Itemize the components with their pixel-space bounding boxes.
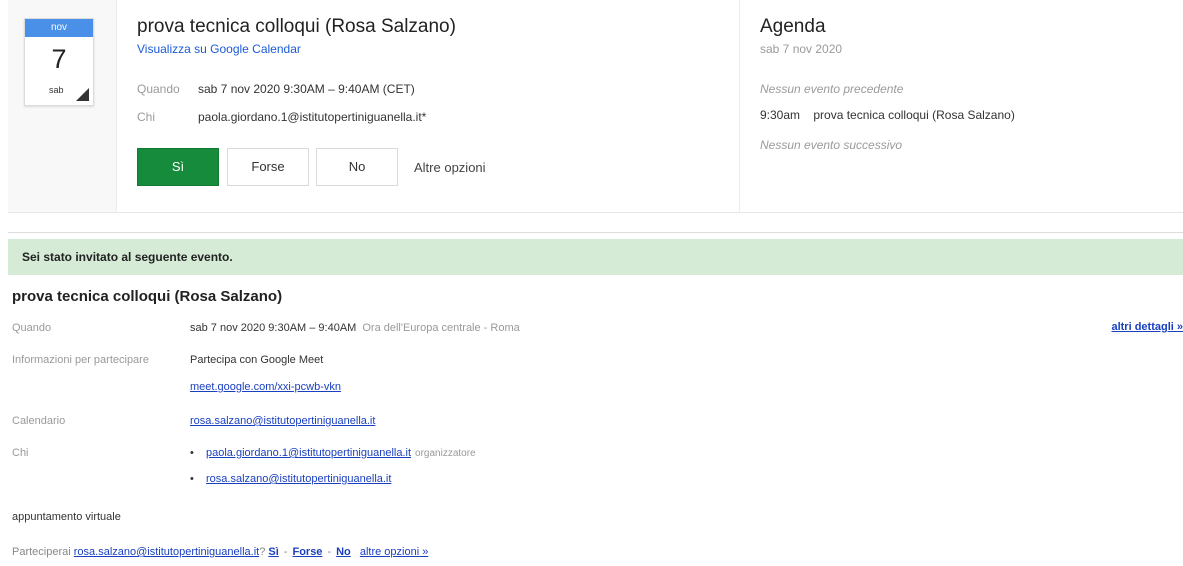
agenda-event-title: prova tecnica colloqui (Rosa Salzano) [813, 108, 1015, 122]
agenda-date: sab 7 nov 2020 [760, 42, 843, 56]
invite-timezone: Ora dell'Europa centrale - Roma [362, 322, 520, 334]
calendar-date-icon: nov 7 sab [24, 18, 94, 106]
rsvp-no-link[interactable]: No [336, 546, 351, 558]
join-info-label: Informazioni per partecipare [12, 354, 149, 366]
when-label: Quando [137, 82, 180, 96]
agenda-event[interactable]: 9:30am prova tecnica colloqui (Rosa Salz… [760, 108, 1015, 122]
guest-item: • rosa.salzano@istitutopertiniguanella.it [190, 473, 391, 485]
rsvp-yes-link[interactable]: Sì [268, 546, 278, 558]
guest-email-link[interactable]: rosa.salzano@istitutopertiniguanella.it [206, 473, 391, 485]
agenda-title: Agenda [760, 16, 826, 37]
calendar-day: 7 [51, 44, 67, 74]
invite-event-title: prova tecnica colloqui (Rosa Salzano) [12, 288, 283, 305]
view-in-google-calendar-link[interactable]: Visualizza su Google Calendar [137, 42, 301, 56]
guest-email-link[interactable]: paola.giordano.1@istitutopertiniguanella… [206, 447, 411, 459]
calendar-weekday: sab [49, 85, 64, 95]
more-details-link[interactable]: altri dettagli » [1111, 321, 1183, 333]
agenda-event-time: 9:30am [760, 108, 801, 122]
who-label: Chi [137, 110, 156, 124]
invite-when-time: sab 7 nov 2020 9:30AM – 9:40AM [190, 322, 357, 334]
guests-label: Chi [12, 447, 29, 459]
rsvp-yes-button[interactable]: Sì [137, 148, 219, 186]
rsvp-prefix: Parteciperai [12, 546, 71, 558]
when-value: sab 7 nov 2020 9:30AM – 9:40AM (CET) [198, 82, 415, 96]
guest-item: • paola.giordano.1@istitutopertiniguanell… [190, 447, 476, 459]
join-with-meet-text: Partecipa con Google Meet [190, 354, 324, 366]
section-divider [8, 232, 1183, 233]
calendar-month: nov [25, 19, 93, 37]
calendar-label: Calendario [12, 415, 66, 427]
bullet-icon: • [190, 473, 194, 485]
invite-when-label: Quando [12, 322, 52, 334]
meet-link[interactable]: meet.google.com/xxi-pcwb-vkn [190, 381, 341, 393]
invite-when-value: sab 7 nov 2020 9:30AM – 9:40AM Ora dell'E… [190, 322, 520, 334]
page-curl-icon [76, 88, 89, 101]
event-description: appuntamento virtuale [12, 511, 121, 523]
event-title: prova tecnica colloqui (Rosa Salzano) [137, 16, 456, 37]
invite-banner: Sei stato invitato al seguente evento. [8, 239, 1183, 275]
rsvp-email-link[interactable]: rosa.salzano@istitutopertiniguanella.it [74, 546, 259, 558]
calendar-value-row: rosa.salzano@istitutopertiniguanella.it [190, 415, 375, 427]
agenda-no-next: Nessun evento successivo [760, 138, 903, 152]
more-options-button[interactable]: Altre opzioni [414, 160, 486, 175]
guest-role: organizzatore [415, 448, 476, 459]
rsvp-question-mark: ? [259, 546, 266, 558]
bullet-icon: • [190, 447, 194, 459]
calendar-owner-link[interactable]: rosa.salzano@istitutopertiniguanella.it [190, 415, 375, 427]
invite-banner-text: Sei stato invitato al seguente evento. [22, 250, 233, 264]
rsvp-no-button[interactable]: No [316, 148, 398, 186]
meet-link-row: meet.google.com/xxi-pcwb-vkn [190, 381, 341, 393]
rsvp-maybe-link[interactable]: Forse [292, 546, 322, 558]
rsvp-maybe-button[interactable]: Forse [227, 148, 309, 186]
rsvp-line: Parteciperai rosa.salzano@istitutopertin… [12, 546, 429, 558]
agenda-no-previous: Nessun evento precedente [760, 82, 904, 96]
rsvp-more-options-link[interactable]: altre opzioni » [360, 546, 429, 558]
who-value: paola.giordano.1@istitutopertiniguanella… [198, 110, 427, 124]
